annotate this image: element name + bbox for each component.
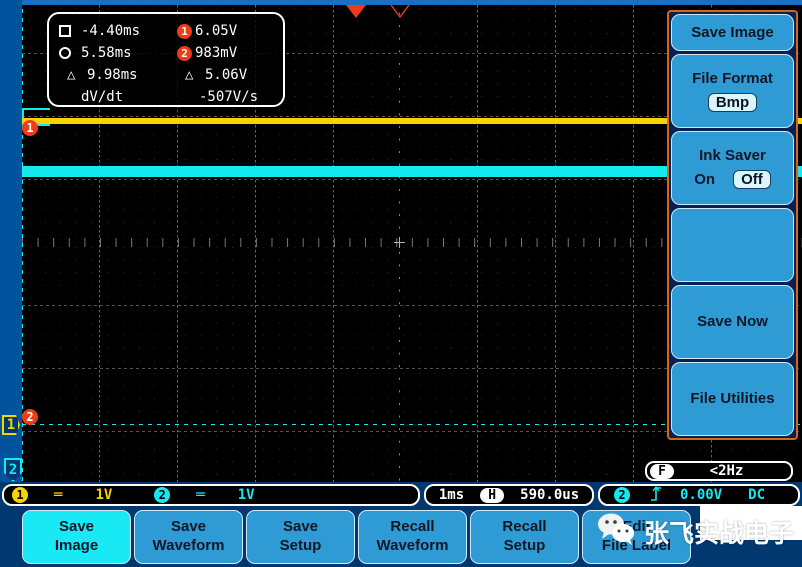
channel-1-ground-label: 1 xyxy=(6,417,16,433)
side-menu-item-save-now[interactable]: Save Now xyxy=(671,284,794,359)
bottom-button-recall-setup[interactable]: Recall Setup xyxy=(470,509,579,564)
bottom-button-recall-waveform[interactable]: Recall Waveform xyxy=(358,509,467,564)
channel-1-badge: 1 xyxy=(177,23,192,39)
cursor-b-time: 5.58ms xyxy=(81,45,132,61)
timebase-segment[interactable]: 1ms H 590.0us xyxy=(424,484,594,506)
measurement-row: dV/dt -507V/s xyxy=(59,86,273,108)
top-position-strip xyxy=(22,0,802,5)
bottom-button-line1: Save xyxy=(58,517,95,535)
bottom-button-line2: Image xyxy=(54,536,99,554)
cursor-a-voltage: 6.05V xyxy=(195,23,238,39)
bottom-button-line2: File Label xyxy=(601,536,672,554)
channel-1-indicator[interactable]: 1 xyxy=(12,487,28,503)
watermark-backdrop xyxy=(700,506,802,540)
trigger-segment[interactable]: 2 0.00V DC xyxy=(598,484,800,506)
bottom-button-line2: Setup xyxy=(279,536,322,554)
bottom-button-line2: Waveform xyxy=(152,536,225,554)
channel-settings-segment[interactable]: 1 ═ 1V 2 ═ 1V xyxy=(2,484,420,506)
side-menu-label: Save Image xyxy=(691,23,774,41)
channel-2-coupling-icon[interactable]: ═ xyxy=(196,487,205,503)
bottom-button-line1: Recall xyxy=(390,517,435,535)
channel-2-indicator[interactable]: 2 xyxy=(154,487,171,503)
timebase-position[interactable]: 590.0us xyxy=(520,487,579,503)
frequency-badge-icon: F xyxy=(650,463,674,479)
bottom-button-line1: Edit xyxy=(622,517,651,535)
side-menu-label: File Format xyxy=(692,69,773,87)
slope-value: -507V/s xyxy=(199,89,259,105)
cursor-marker-2[interactable]: 2 xyxy=(22,409,38,425)
timebase-scale[interactable]: 1ms xyxy=(439,487,464,503)
cursor-position-marker[interactable] xyxy=(390,4,410,19)
delta-time-icon: △ xyxy=(67,67,76,83)
left-marker-gutter xyxy=(0,0,22,482)
side-menu-label: Save Now xyxy=(697,313,768,331)
center-crosshair-icon xyxy=(394,237,405,248)
horizontal-position-icon: H xyxy=(480,487,505,503)
frequency-reading: <2Hz xyxy=(709,463,744,479)
channel-2-ground-label: 2 xyxy=(8,462,18,478)
cursor-marker-2-label: 2 xyxy=(26,410,34,424)
trigger-source-indicator[interactable]: 2 xyxy=(614,487,630,503)
channel-1-volts-div[interactable]: 1V xyxy=(95,487,112,503)
delta-voltage-value: 5.06V xyxy=(205,67,248,83)
side-menu-label: File Utilities xyxy=(690,390,775,408)
ink-saver-options: On Off xyxy=(694,169,771,189)
channel-1-coupling-icon[interactable]: ═ xyxy=(54,487,63,503)
side-menu-item-file-format[interactable]: File Format Bmp xyxy=(671,53,794,128)
side-menu-label: Ink Saver xyxy=(699,146,766,164)
bottom-button-line2: Setup xyxy=(503,536,546,554)
slope-label: dV/dt xyxy=(81,89,124,105)
measurement-row: △ 9.98ms △ 5.06V xyxy=(59,64,273,86)
bottom-button-save-setup[interactable]: Save Setup xyxy=(246,509,355,564)
side-menu-panel: Save Image File Format Bmp Ink Saver On … xyxy=(667,10,798,440)
delta-time-value: 9.98ms xyxy=(87,67,138,83)
trigger-slope-icon[interactable] xyxy=(650,485,662,505)
delta-voltage-icon: △ xyxy=(185,67,194,83)
trigger-position-marker[interactable] xyxy=(346,5,366,18)
status-bar: 1 ═ 1V 2 ═ 1V 1ms H 590.0us 2 0.00V DC xyxy=(0,484,802,506)
bottom-button-save-waveform[interactable]: Save Waveform xyxy=(134,509,243,564)
cursor-marker-1[interactable]: 1 xyxy=(22,120,38,136)
bottom-button-line1: Save xyxy=(282,517,319,535)
bottom-button-save-image[interactable]: Save Image xyxy=(22,509,131,564)
cursor-vline[interactable] xyxy=(22,0,23,482)
cursor-a-time: -4.40ms xyxy=(81,23,141,39)
bottom-button-line1: Recall xyxy=(502,517,547,535)
ink-saver-option-off[interactable]: Off xyxy=(733,169,771,189)
bottom-button-edit-file-label[interactable]: Edit File Label xyxy=(582,509,691,564)
trigger-coupling[interactable]: DC xyxy=(748,487,765,503)
trigger-level[interactable]: 0.00V xyxy=(680,487,722,503)
frequency-counter: F <2Hz xyxy=(645,461,793,481)
cursor-b-voltage: 983mV xyxy=(195,45,238,61)
side-menu-item-save-image[interactable]: Save Image xyxy=(671,14,794,51)
side-menu-item-ink-saver[interactable]: Ink Saver On Off xyxy=(671,130,794,205)
channel-2-badge: 2 xyxy=(177,45,192,61)
side-menu-item-blank[interactable] xyxy=(671,207,794,282)
bottom-button-line1: Save xyxy=(170,517,207,535)
square-cursor-icon xyxy=(59,25,71,37)
file-format-value[interactable]: Bmp xyxy=(707,92,758,112)
measurement-row: 5.58ms 2 983mV xyxy=(59,42,273,64)
oscilloscope-screen: 1 2 1 2 -4.40ms 1 6.05V 5.58ms 2 983mV △… xyxy=(0,0,802,567)
bottom-button-line2: Waveform xyxy=(376,536,449,554)
cursor-marker-1-label: 1 xyxy=(26,121,34,135)
bottom-menu-bar: Save Image Save Waveform Save Setup Reca… xyxy=(0,506,802,567)
circle-cursor-icon xyxy=(59,47,71,59)
side-menu-item-file-utilities[interactable]: File Utilities xyxy=(671,361,794,436)
ink-saver-option-on[interactable]: On xyxy=(694,171,715,188)
cursor-measurement-panel: -4.40ms 1 6.05V 5.58ms 2 983mV △ 9.98ms xyxy=(47,12,285,107)
measurement-row: -4.40ms 1 6.05V xyxy=(59,20,273,42)
channel-2-volts-div[interactable]: 1V xyxy=(238,487,255,503)
